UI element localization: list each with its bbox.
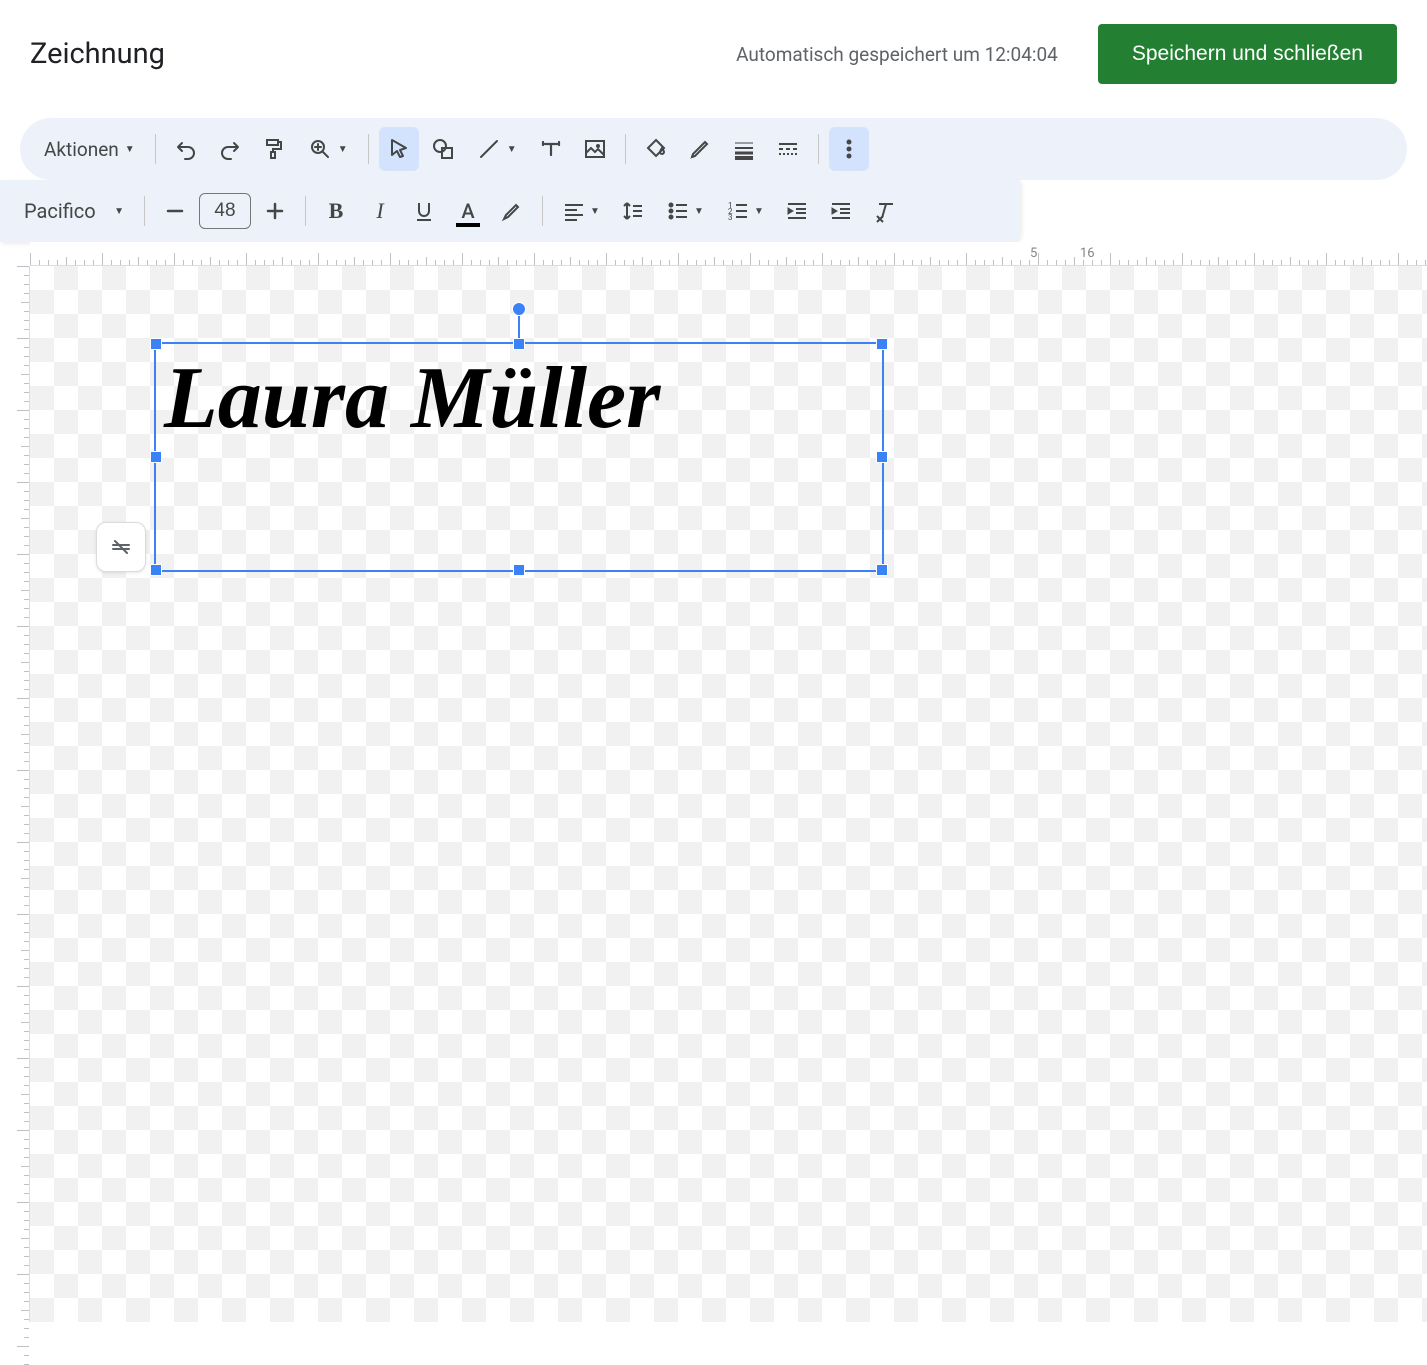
clear-formatting-button[interactable]: [865, 189, 905, 233]
canvas-area: 5 16 // generate horizontal ticks inline…: [0, 242, 1427, 1322]
font-family-dropdown[interactable]: Pacifico ▼: [14, 189, 134, 233]
increase-font-size-button[interactable]: [255, 189, 295, 233]
underline-icon: [412, 199, 436, 223]
toolbar-separator: [305, 196, 306, 226]
line-icon: [477, 137, 501, 161]
resize-handle-br[interactable]: [876, 564, 888, 576]
border-weight-button[interactable]: [724, 127, 764, 171]
indent-decrease-icon: [785, 199, 809, 223]
paint-bucket-icon: [644, 137, 668, 161]
redo-icon: [218, 137, 242, 161]
textbox-content[interactable]: Laura Müller: [164, 344, 882, 454]
format-options-chip[interactable]: [96, 522, 146, 572]
svg-text:3: 3: [728, 213, 733, 222]
pencil-icon: [688, 137, 712, 161]
autosave-status: Automatisch gespeichert um 12:04:04: [736, 43, 1058, 66]
line-tool-button[interactable]: ▼: [467, 127, 527, 171]
plus-icon: [263, 199, 287, 223]
no-wrap-icon: [109, 535, 133, 559]
border-dash-button[interactable]: [768, 127, 808, 171]
resize-handle-bl[interactable]: [150, 564, 162, 576]
image-icon: [583, 137, 607, 161]
dialog-title: Zeichnung: [30, 37, 165, 71]
line-dash-icon: [776, 137, 800, 161]
font-family-value: Pacifico: [24, 199, 96, 223]
paint-roller-icon: [262, 137, 286, 161]
chevron-down-icon: ▼: [114, 206, 124, 217]
border-color-button[interactable]: [680, 127, 720, 171]
cursor-icon: [387, 137, 411, 161]
increase-indent-button[interactable]: [821, 189, 861, 233]
fill-color-button[interactable]: [636, 127, 676, 171]
rotate-handle[interactable]: [512, 302, 526, 316]
decrease-font-size-button[interactable]: [155, 189, 195, 233]
actions-menu-button[interactable]: Aktionen ▼: [34, 127, 145, 171]
decrease-indent-button[interactable]: [777, 189, 817, 233]
toolbar-separator: [818, 134, 819, 164]
chevron-down-icon: ▼: [125, 144, 135, 155]
toolbar-separator: [155, 134, 156, 164]
save-and-close-button[interactable]: Speichern und schließen: [1098, 24, 1397, 84]
main-toolbar: Aktionen ▼ ▼ ▼: [20, 118, 1407, 180]
text-format-toolbar: Pacifico ▼ B I A ▼ ▼ 123 ▼: [0, 180, 1020, 242]
chevron-down-icon: ▼: [590, 206, 600, 217]
underline-button[interactable]: [404, 189, 444, 233]
paint-format-button[interactable]: [254, 127, 294, 171]
zoom-button[interactable]: ▼: [298, 127, 358, 171]
text-color-swatch: [456, 223, 480, 227]
textbox-icon: [539, 137, 563, 161]
horizontal-ruler[interactable]: 5 16 // generate horizontal ticks inline: [30, 242, 1427, 266]
shape-icon: [431, 137, 455, 161]
line-weight-icon: [732, 137, 756, 161]
chevron-down-icon: ▼: [694, 206, 704, 217]
drawing-canvas[interactable]: Laura Müller: [30, 266, 1427, 1322]
zoom-icon: [308, 137, 332, 161]
actions-label: Aktionen: [44, 138, 119, 161]
resize-handle-tl[interactable]: [150, 338, 162, 350]
toolbar-separator: [625, 134, 626, 164]
ruler-number: 16: [1080, 246, 1095, 261]
textbox-selection[interactable]: Laura Müller: [154, 342, 884, 572]
toolbar-separator: [542, 196, 543, 226]
resize-handle-ml[interactable]: [150, 451, 162, 463]
chevron-down-icon: ▼: [507, 144, 517, 155]
image-tool-button[interactable]: [575, 127, 615, 171]
more-vertical-icon: [837, 137, 861, 161]
resize-handle-bm[interactable]: [513, 564, 525, 576]
align-left-icon: [562, 199, 586, 223]
clear-format-icon: [873, 199, 897, 223]
text-color-a-icon: A: [461, 199, 474, 223]
italic-button[interactable]: I: [360, 189, 400, 233]
bold-button[interactable]: B: [316, 189, 356, 233]
line-spacing-button[interactable]: [613, 189, 653, 233]
line-spacing-icon: [621, 199, 645, 223]
numbered-list-icon: 123: [726, 199, 750, 223]
ruler-number: 5: [1030, 246, 1037, 261]
chevron-down-icon: ▼: [754, 206, 764, 217]
align-button[interactable]: ▼: [553, 189, 609, 233]
font-size-input[interactable]: [199, 193, 251, 229]
vertical-ruler[interactable]: [0, 266, 30, 1322]
toolbar-separator: [144, 196, 145, 226]
text-color-button[interactable]: A: [448, 189, 488, 233]
highlighter-icon: [500, 199, 524, 223]
highlight-color-button[interactable]: [492, 189, 532, 233]
select-tool-button[interactable]: [379, 127, 419, 171]
more-options-button[interactable]: [829, 127, 869, 171]
redo-button[interactable]: [210, 127, 250, 171]
textbox-tool-button[interactable]: [531, 127, 571, 171]
bullet-list-icon: [666, 199, 690, 223]
chevron-down-icon: ▼: [338, 144, 348, 155]
minus-icon: [163, 199, 187, 223]
toolbar-separator: [368, 134, 369, 164]
undo-button[interactable]: [166, 127, 206, 171]
numbered-list-button[interactable]: 123 ▼: [717, 189, 773, 233]
indent-increase-icon: [829, 199, 853, 223]
dialog-header: Zeichnung Automatisch gespeichert um 12:…: [0, 0, 1427, 108]
shape-tool-button[interactable]: [423, 127, 463, 171]
undo-icon: [174, 137, 198, 161]
bulleted-list-button[interactable]: ▼: [657, 189, 713, 233]
